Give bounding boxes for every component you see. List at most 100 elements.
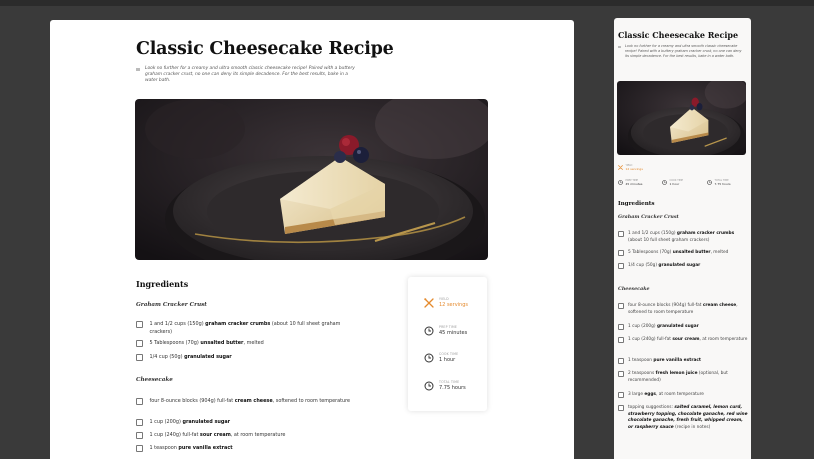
- ingredient-text: 1/4 cup (50g) granulated sugar: [628, 263, 701, 268]
- side-recipe-card: Classic Cheesecake Recipe Look no furthe…: [614, 18, 751, 459]
- side-ingredient-item: 1 cup (200g) granulated sugar: [618, 324, 748, 331]
- ingredient-item: four 8-ounce blocks (904g) full-fat crea…: [136, 398, 352, 406]
- side-total-time-item: Total Time 7.75 hours: [707, 179, 731, 186]
- prep-time-item: Prep Time 45 minutes: [424, 325, 467, 336]
- main-recipe-card: Classic Cheesecake Recipe Look no furthe…: [50, 20, 574, 459]
- ingredient-item: 1 teaspoon pure vanilla extract: [136, 445, 352, 453]
- utensils-icon: [424, 297, 434, 308]
- quote-mark: [618, 45, 621, 48]
- ingredient-text: topping suggestions: salted caramel, lem…: [628, 405, 748, 430]
- ingredient-checkbox[interactable]: [136, 432, 143, 439]
- total-time-value: 7.75 hours: [439, 385, 466, 391]
- ingredient-text: 1/4 cup (50g) granulated sugar: [149, 354, 232, 360]
- side-crust-subheading: Graham Cracker Crust: [618, 214, 679, 220]
- cook-time-label: Cook Time: [439, 352, 459, 356]
- clock-icon: [424, 326, 434, 335]
- clock-icon: [618, 180, 623, 185]
- side-ingredient-item: 2 teaspoons fresh lemon juice (optional,…: [618, 371, 748, 384]
- prep-time-label: Prep Time: [439, 325, 458, 329]
- ingredient-checkbox[interactable]: [618, 337, 624, 344]
- ingredient-checkbox[interactable]: [618, 231, 624, 238]
- ingredient-checkbox[interactable]: [136, 445, 143, 452]
- side-ingredient-item: 5 Tablespoons (70g) unsalted butter, mel…: [618, 250, 748, 257]
- ingredient-checkbox[interactable]: [136, 398, 143, 405]
- ingredient-checkbox[interactable]: [136, 419, 143, 426]
- side-prep-time-value: 45 minutes: [625, 182, 643, 186]
- ingredient-text: 3 large eggs, at room temperature: [628, 392, 704, 397]
- ingredient-item: 1 cup (240g) full-fat sour cream, at roo…: [136, 432, 352, 440]
- side-recipe-intro: Look no further for a creamy and ultra s…: [618, 44, 742, 58]
- yield-value: 12 servings: [439, 302, 468, 308]
- ingredient-item: 1 and 1/2 cups (150g) graham cracker cru…: [136, 321, 352, 336]
- ingredient-text: 1 and 1/2 cups (150g) graham cracker cru…: [149, 321, 341, 335]
- ingredient-checkbox[interactable]: [618, 392, 624, 399]
- ingredient-text: 1 teaspoon pure vanilla extract: [149, 445, 233, 451]
- ingredient-checkbox[interactable]: [618, 405, 624, 412]
- side-ingredient-item: 3 large eggs, at room temperature: [618, 392, 748, 399]
- clock-icon: [707, 180, 712, 185]
- cheesecake-subheading: Cheesecake: [136, 377, 173, 383]
- side-hero-image: [617, 81, 746, 155]
- clock-icon: [662, 180, 667, 185]
- side-ingredient-item: 1 teaspoon pure vanilla extract: [618, 358, 748, 365]
- ingredient-checkbox[interactable]: [136, 354, 143, 361]
- ingredient-text: 5 Tablespoons (70g) unsalted butter, mel…: [628, 250, 729, 255]
- side-ingredient-item: 1 and 1/2 cups (150g) graham cracker cru…: [618, 231, 748, 244]
- ingredient-text: 1 cup (240g) full-fat sour cream, at roo…: [149, 432, 286, 438]
- ingredient-checkbox[interactable]: [618, 263, 624, 270]
- side-cook-time-item: Cook Time 1 hour: [662, 179, 683, 186]
- cheesecake-photo: [617, 81, 746, 155]
- recipe-title: Classic Cheesecake Recipe: [136, 39, 394, 59]
- recipe-meta-card: Yield 12 servings Prep Time 45 minutes C…: [408, 277, 487, 411]
- utensils-icon: [618, 165, 623, 170]
- ingredient-text: 5 Tablespoons (70g) unsalted butter, mel…: [149, 340, 264, 346]
- quote-mark: [136, 68, 140, 71]
- crust-subheading: Graham Cracker Crust: [136, 302, 207, 308]
- yield-label: Yield: [439, 297, 449, 301]
- ingredient-text: 1 and 1/2 cups (150g) graham cracker cru…: [628, 231, 735, 243]
- side-recipe-title: Classic Cheesecake Recipe: [618, 30, 739, 40]
- cook-time-item: Cook Time 1 hour: [424, 352, 458, 363]
- top-bar: [0, 0, 814, 6]
- side-cook-time-value: 1 hour: [669, 182, 680, 186]
- ingredient-text: 1 cup (240g) full-fat sour cream, at roo…: [628, 337, 748, 342]
- yield-item: Yield 12 servings: [424, 297, 468, 308]
- side-ingredient-item: 1/4 cup (50g) granulated sugar: [618, 263, 748, 270]
- ingredient-item: 1/4 cup (50g) granulated sugar: [136, 354, 352, 362]
- side-ingredient-item: four 8-ounce blocks (904g) full-fat crea…: [618, 303, 748, 316]
- recipe-intro: Look no further for a creamy and ultra s…: [136, 66, 358, 85]
- side-total-time-value: 7.75 hours: [714, 182, 731, 186]
- side-yield-value: 12 servings: [625, 167, 643, 171]
- ingredients-heading: Ingredients: [136, 279, 189, 289]
- total-time-label: Total Time: [439, 380, 460, 384]
- clock-icon: [424, 381, 434, 390]
- ingredient-text: four 8-ounce blocks (904g) full-fat crea…: [628, 303, 738, 315]
- ingredient-checkbox[interactable]: [618, 250, 624, 257]
- total-time-item: Total Time 7.75 hours: [424, 380, 466, 391]
- ingredient-checkbox[interactable]: [618, 303, 624, 310]
- ingredient-checkbox[interactable]: [618, 324, 624, 331]
- ingredient-item: 1 cup (200g) granulated sugar: [136, 419, 352, 427]
- ingredient-text: 1 cup (200g) granulated sugar: [628, 324, 699, 329]
- clock-icon: [424, 353, 434, 362]
- prep-time-value: 45 minutes: [439, 330, 468, 336]
- side-ingredient-item: 1 cup (240g) full-fat sour cream, at roo…: [618, 337, 748, 344]
- ingredient-checkbox[interactable]: [136, 340, 143, 347]
- cook-time-value: 1 hour: [439, 357, 456, 363]
- ingredient-checkbox[interactable]: [618, 371, 624, 378]
- ingredient-checkbox[interactable]: [136, 321, 143, 328]
- cheesecake-photo: [135, 99, 488, 260]
- side-ingredients-heading: Ingredients: [618, 201, 655, 207]
- side-ingredient-item: topping suggestions: salted caramel, lem…: [618, 405, 748, 431]
- recipe-intro-text: Look no further for a creamy and ultra s…: [145, 66, 355, 84]
- ingredient-checkbox[interactable]: [618, 358, 624, 365]
- ingredient-text: four 8-ounce blocks (904g) full-fat crea…: [149, 398, 351, 404]
- hero-image: [135, 99, 488, 260]
- ingredient-item: 5 Tablespoons (70g) unsalted butter, mel…: [136, 340, 352, 348]
- ingredient-text: 1 cup (200g) granulated sugar: [149, 419, 231, 425]
- side-recipe-intro-text: Look no further for a creamy and ultra s…: [625, 44, 742, 58]
- side-prep-time-item: Prep Time 45 minutes: [618, 179, 642, 186]
- side-cheesecake-subheading: Cheesecake: [618, 286, 650, 292]
- side-yield-item: Yield 12 servings: [618, 164, 643, 171]
- ingredient-text: 1 teaspoon pure vanilla extract: [628, 358, 701, 363]
